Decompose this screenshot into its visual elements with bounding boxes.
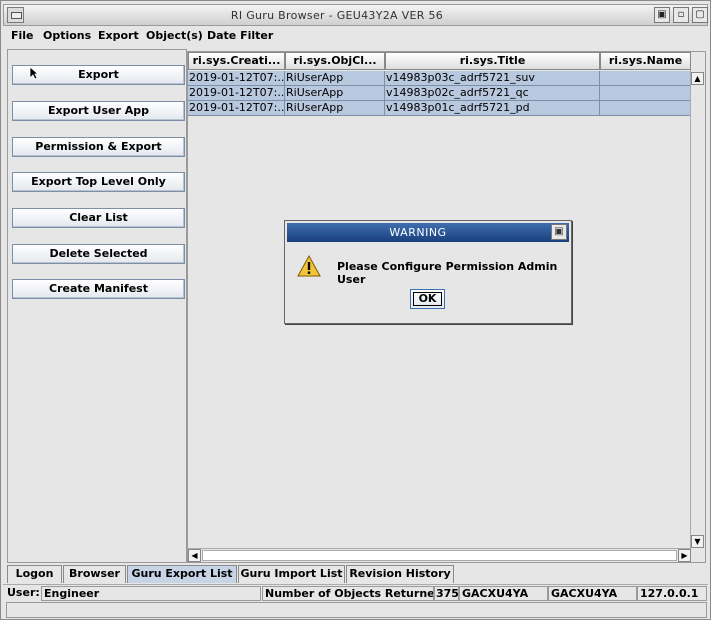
status-server-1: GACXU4YA (459, 586, 548, 601)
mouse-cursor-icon (29, 66, 39, 80)
menu-objects[interactable]: Object(s) (146, 29, 203, 42)
create-manifest-button[interactable]: Create Manifest (12, 279, 185, 299)
cell-title: v14983p03c_adrf5721_suv (385, 71, 600, 86)
ok-button[interactable]: OK (410, 289, 445, 309)
close-button[interactable]: ▢ (692, 7, 708, 23)
column-header-creation[interactable]: ri.sys.Creati... (188, 52, 285, 70)
dialog-message: Please Configure Permission Admin User (337, 260, 558, 286)
window-menu-icon[interactable] (7, 7, 24, 23)
cell-objclass: RiUserApp (285, 71, 385, 86)
scroll-up-icon[interactable]: ▲ (691, 72, 704, 85)
status-user-value: Engineer (41, 586, 261, 601)
warning-icon (297, 255, 321, 277)
menu-export[interactable]: Export (98, 29, 139, 42)
scroll-left-icon[interactable]: ◀ (188, 549, 201, 562)
status-ip: 127.0.0.1 (637, 586, 707, 601)
window-title: RI Guru Browser - GEU43Y2A VER 56 (230, 9, 444, 22)
status-objects-count: 375 (434, 586, 459, 601)
cell-title: v14983p01c_adrf5721_pd (385, 101, 600, 116)
status-bar: User: Engineer Number of Objects Returne… (3, 584, 708, 601)
menu-date-filter[interactable]: Date Filter (207, 29, 273, 42)
column-header-title[interactable]: ri.sys.Title (385, 52, 600, 70)
cell-creation: 2019-01-12T07:... (188, 71, 285, 86)
status-server-2: GACXU4YA (548, 586, 637, 601)
action-panel: Export Export User App Permission & Expo… (7, 49, 187, 563)
export-user-app-button[interactable]: Export User App (12, 101, 185, 121)
menu-file[interactable]: File (11, 29, 34, 42)
status-user-label: User: (7, 586, 40, 599)
column-header-objclass[interactable]: ri.sys.ObjCl... (285, 52, 385, 70)
cell-title: v14983p02c_adrf5721_qc (385, 86, 600, 101)
table-row[interactable]: 2019-01-12T07:... RiUserApp v14983p03c_a… (188, 71, 691, 86)
bottom-panel (6, 602, 707, 618)
maximize-button[interactable]: ▣ (654, 7, 670, 23)
menu-bar: File Options Export Object(s) Date Filte… (3, 27, 708, 45)
tab-guru-import-list[interactable]: Guru Import List (238, 565, 345, 583)
tab-browser[interactable]: Browser (63, 565, 126, 583)
column-header-name[interactable]: ri.sys.Name (600, 52, 691, 70)
cell-name (600, 86, 691, 101)
scroll-down-icon[interactable]: ▼ (691, 535, 704, 548)
export-top-level-only-button[interactable]: Export Top Level Only (12, 172, 185, 192)
cell-name (600, 101, 691, 116)
permission-export-button[interactable]: Permission & Export (12, 137, 185, 157)
status-objects-label: Number of Objects Returned = (262, 586, 434, 601)
main-window: RI Guru Browser - GEU43Y2A VER 56 ▣ ▫ ▢ … (0, 0, 711, 620)
tab-revision-history[interactable]: Revision History (346, 565, 454, 583)
title-bar[interactable]: RI Guru Browser - GEU43Y2A VER 56 ▣ ▫ ▢ (3, 4, 708, 26)
tab-guru-export-list[interactable]: Guru Export List (127, 565, 237, 583)
dialog-title: WARNING (389, 226, 447, 239)
cell-objclass: RiUserApp (285, 86, 385, 101)
table-row[interactable]: 2019-01-12T07:... RiUserApp v14983p02c_a… (188, 86, 691, 101)
minimize-button[interactable]: ▫ (673, 7, 689, 23)
dialog-close-button[interactable]: ▣ (551, 224, 567, 240)
horizontal-scroll-thumb[interactable] (202, 550, 677, 561)
tab-bar: Logon Browser Guru Export List Guru Impo… (7, 565, 707, 583)
cell-objclass: RiUserApp (285, 101, 385, 116)
dialog-title-bar[interactable]: WARNING ▣ (287, 223, 569, 242)
table-row[interactable]: 2019-01-12T07:... RiUserApp v14983p01c_a… (188, 101, 691, 116)
menu-options[interactable]: Options (43, 29, 91, 42)
cell-creation: 2019-01-12T07:... (188, 101, 285, 116)
table-header: ri.sys.Creati... ri.sys.ObjCl... ri.sys.… (188, 52, 691, 70)
delete-selected-button[interactable]: Delete Selected (12, 244, 185, 264)
scroll-right-icon[interactable]: ▶ (678, 549, 691, 562)
cell-name (600, 71, 691, 86)
clear-list-button[interactable]: Clear List (12, 208, 185, 228)
vertical-scrollbar[interactable]: ▲ ▼ (690, 70, 705, 550)
horizontal-scrollbar[interactable]: ◀ ▶ (188, 548, 691, 562)
warning-dialog: WARNING ▣ Please Configure Permission Ad… (284, 220, 572, 324)
cell-creation: 2019-01-12T07:... (188, 86, 285, 101)
tab-logon[interactable]: Logon (7, 565, 62, 583)
